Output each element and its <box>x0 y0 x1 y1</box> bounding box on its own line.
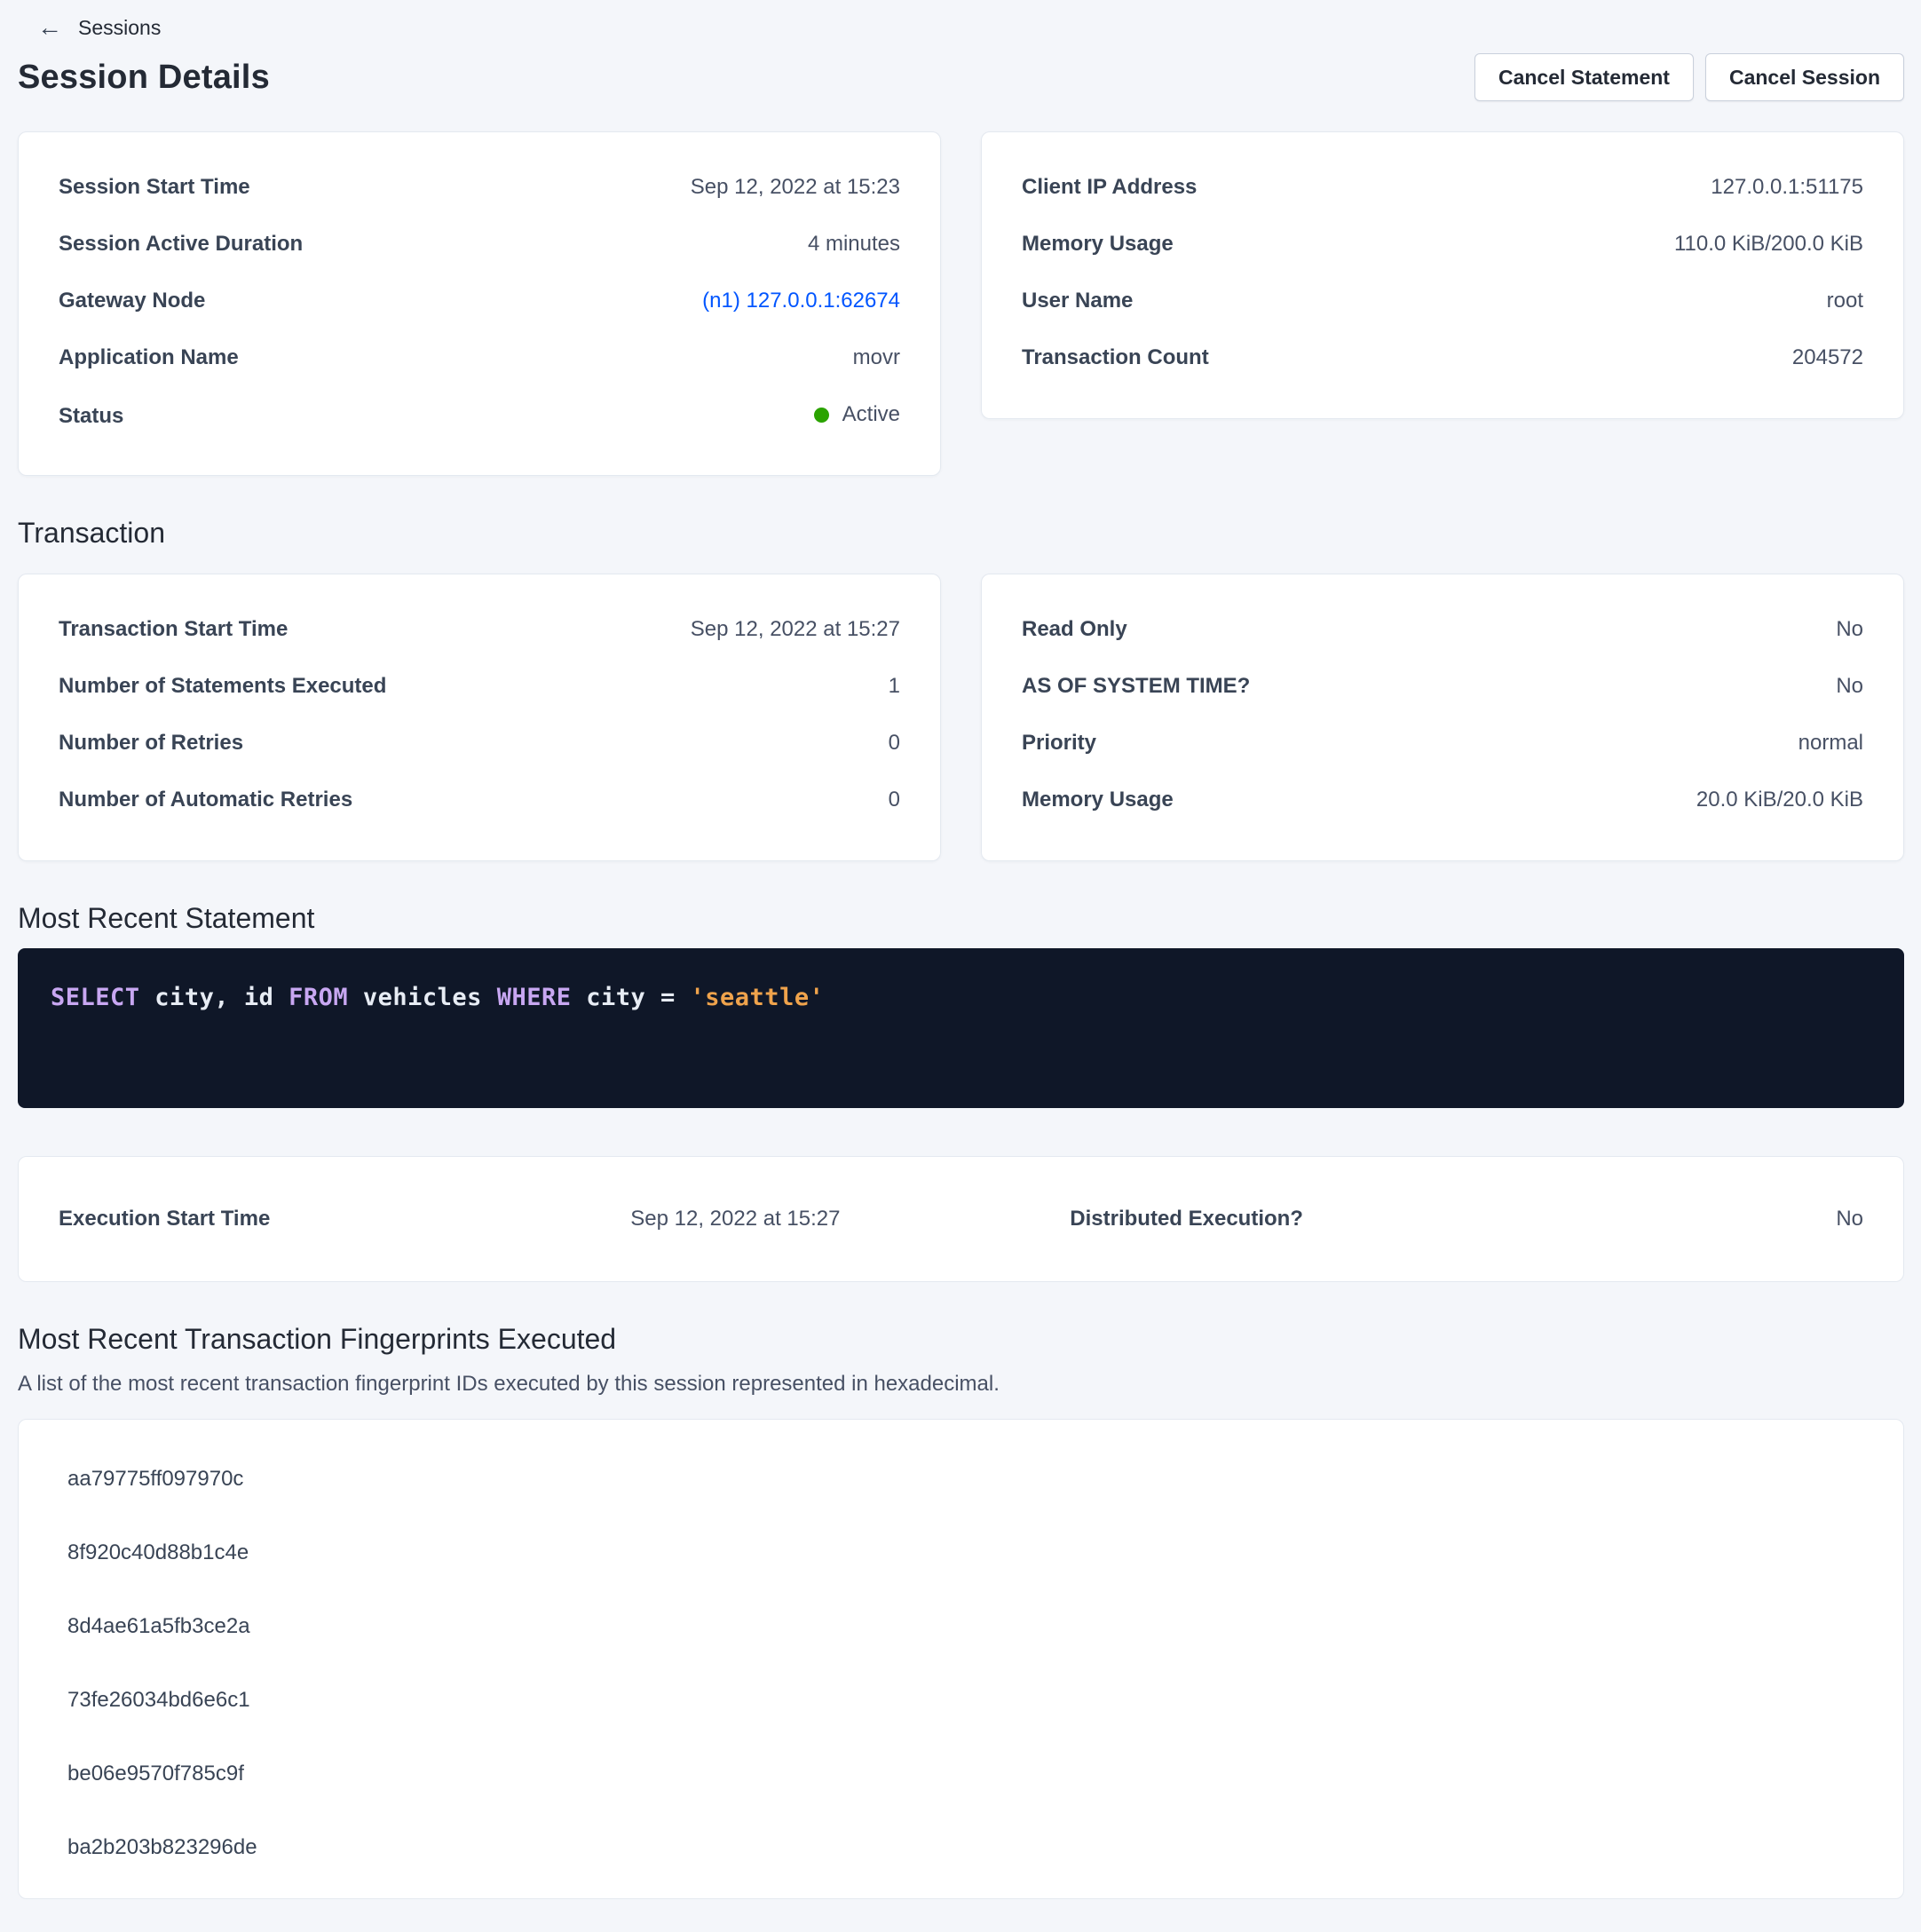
summary-label: Transaction Count <box>1022 345 1209 370</box>
summary-label: Transaction Start Time <box>59 617 288 642</box>
summary-row: Transaction Count 204572 <box>1022 345 1863 376</box>
page-title: Session Details <box>18 59 270 97</box>
distributed-execution-label: Distributed Execution? <box>1070 1207 1303 1231</box>
summary-label: Read Only <box>1022 617 1127 642</box>
summary-value: Sep 12, 2022 at 15:27 <box>691 617 900 642</box>
session-summary-card-right: Client IP Address 127.0.0.1:51175 Memory U… <box>981 131 1904 419</box>
fingerprint-id: ba2b203b823296de <box>67 1834 1863 1861</box>
fingerprint-id: 8d4ae61a5fb3ce2a <box>67 1613 1863 1640</box>
statement-section-title: Most Recent Statement <box>18 900 1904 936</box>
execution-card: Execution Start Time Sep 12, 2022 at 15:… <box>18 1156 1904 1282</box>
summary-label: Priority <box>1022 731 1096 756</box>
summary-value: 4 minutes <box>808 232 900 257</box>
summary-label: Memory Usage <box>1022 232 1174 257</box>
summary-value: 0 <box>889 788 900 812</box>
summary-row: Number of Statements Executed 1 <box>59 674 900 704</box>
summary-row: Priority normal <box>1022 731 1863 761</box>
summary-row: Session Start Time Sep 12, 2022 at 15:23 <box>59 175 900 205</box>
fingerprints-section-title: Most Recent Transaction Fingerprints Exe… <box>18 1321 1904 1357</box>
fingerprints-description: A list of the most recent transaction fi… <box>18 1369 1904 1399</box>
summary-row: Number of Retries 0 <box>59 731 900 761</box>
summary-row: Memory Usage 110.0 KiB/200.0 KiB <box>1022 232 1863 262</box>
summary-row: Transaction Start Time Sep 12, 2022 at 15… <box>59 617 900 647</box>
summary-label: Number of Automatic Retries <box>59 788 352 812</box>
summary-value: 204572 <box>1792 345 1863 370</box>
fingerprint-id: aa79775ff097970c <box>67 1466 1863 1493</box>
summary-value: No <box>1836 674 1863 699</box>
cancel-statement-button[interactable]: Cancel Statement <box>1474 53 1694 101</box>
execution-row: Execution Start Time Sep 12, 2022 at 15:… <box>59 1207 1863 1231</box>
summary-label: AS OF SYSTEM TIME? <box>1022 674 1250 699</box>
breadcrumb-label: Sessions <box>78 16 161 40</box>
summary-label: Application Name <box>59 345 239 370</box>
summary-row: Memory Usage 20.0 KiB/20.0 KiB <box>1022 788 1863 818</box>
transaction-grid: Transaction Start Time Sep 12, 2022 at 15… <box>18 574 1904 861</box>
fingerprints-card: aa79775ff097970c 8f920c40d88b1c4e 8d4ae61a… <box>18 1419 1904 1899</box>
summary-row: Read Only No <box>1022 617 1863 647</box>
session-details-page: ← Sessions Session Details Cancel Statem… <box>0 0 1921 1899</box>
transaction-card-left: Transaction Start Time Sep 12, 2022 at 15… <box>18 574 941 861</box>
status-text: Active <box>842 402 900 427</box>
summary-row: Session Active Duration 4 minutes <box>59 232 900 262</box>
summary-row: AS OF SYSTEM TIME? No <box>1022 674 1863 704</box>
status-active-dot-icon <box>814 408 829 423</box>
summary-value: normal <box>1798 731 1863 756</box>
fingerprint-id: 8f920c40d88b1c4e <box>67 1540 1863 1566</box>
summary-label: Number of Statements Executed <box>59 674 386 699</box>
summary-label: Session Active Duration <box>59 232 303 257</box>
summary-label: Number of Retries <box>59 731 243 756</box>
summary-label: Memory Usage <box>1022 788 1174 812</box>
status-badge: Active <box>814 402 900 427</box>
summary-value: movr <box>853 345 900 370</box>
summary-label: Status <box>59 404 123 429</box>
sql-statement-box: SELECT city, id FROM vehicles WHERE city… <box>18 948 1904 1108</box>
transaction-section-title: Transaction <box>18 515 1904 550</box>
summary-row: Gateway Node (n1) 127.0.0.1:62674 <box>59 289 900 319</box>
sql-token-plain: vehicles <box>348 984 497 1011</box>
sql-token-plain: city = <box>571 984 690 1011</box>
summary-value: 0 <box>889 731 900 756</box>
summary-value: 20.0 KiB/20.0 KiB <box>1696 788 1863 812</box>
summary-value: Sep 12, 2022 at 15:23 <box>691 175 900 200</box>
header-actions: Cancel StatementCancel Session <box>1474 53 1904 101</box>
execution-start-label: Execution Start Time <box>59 1207 510 1231</box>
summary-row: Status Active <box>59 402 900 432</box>
summary-label: Gateway Node <box>59 289 205 313</box>
distributed-execution-value: No <box>1836 1207 1863 1231</box>
summary-row: Application Name movr <box>59 345 900 376</box>
summary-row: Number of Automatic Retries 0 <box>59 788 900 818</box>
transaction-card-right: Read Only No AS OF SYSTEM TIME? No Priority n… <box>981 574 1904 861</box>
sql-token-keyword: FROM <box>289 984 348 1011</box>
cancel-session-button[interactable]: Cancel Session <box>1705 53 1904 101</box>
breadcrumb-back-sessions[interactable]: ← Sessions <box>37 12 161 43</box>
fingerprint-id: 73fe26034bd6e6c1 <box>67 1687 1863 1714</box>
sql-statement: SELECT city, id FROM vehicles WHERE city… <box>51 984 824 1011</box>
summary-row: User Name root <box>1022 289 1863 319</box>
page-header: Session Details Cancel StatementCancel S… <box>18 53 1904 101</box>
summary-value: 1 <box>889 674 900 699</box>
gateway-node-link[interactable]: (n1) 127.0.0.1:62674 <box>702 289 900 313</box>
execution-start-value: Sep 12, 2022 at 15:27 <box>630 1207 840 1231</box>
summary-value: 110.0 KiB/200.0 KiB <box>1674 232 1863 257</box>
back-arrow-icon: ← <box>37 15 62 40</box>
session-summary-grid: Session Start TimeSep 12, 2022 at 15:23S… <box>18 131 1904 476</box>
fingerprint-id: be06e9570f785c9f <box>67 1761 1863 1787</box>
sql-token-string: 'seattle' <box>691 984 825 1011</box>
session-summary-card-left: Session Start TimeSep 12, 2022 at 15:23S… <box>18 131 941 476</box>
summary-label: User Name <box>1022 289 1133 313</box>
sql-token-plain: city, id <box>140 984 289 1011</box>
summary-label: Client IP Address <box>1022 175 1197 200</box>
summary-value: 127.0.0.1:51175 <box>1711 175 1863 200</box>
summary-value: No <box>1836 617 1863 642</box>
sql-token-keyword: SELECT <box>51 984 140 1011</box>
sql-token-keyword: WHERE <box>497 984 572 1011</box>
summary-row: Client IP Address 127.0.0.1:51175 <box>1022 175 1863 205</box>
summary-label: Session Start Time <box>59 175 250 200</box>
summary-value: root <box>1827 289 1863 313</box>
